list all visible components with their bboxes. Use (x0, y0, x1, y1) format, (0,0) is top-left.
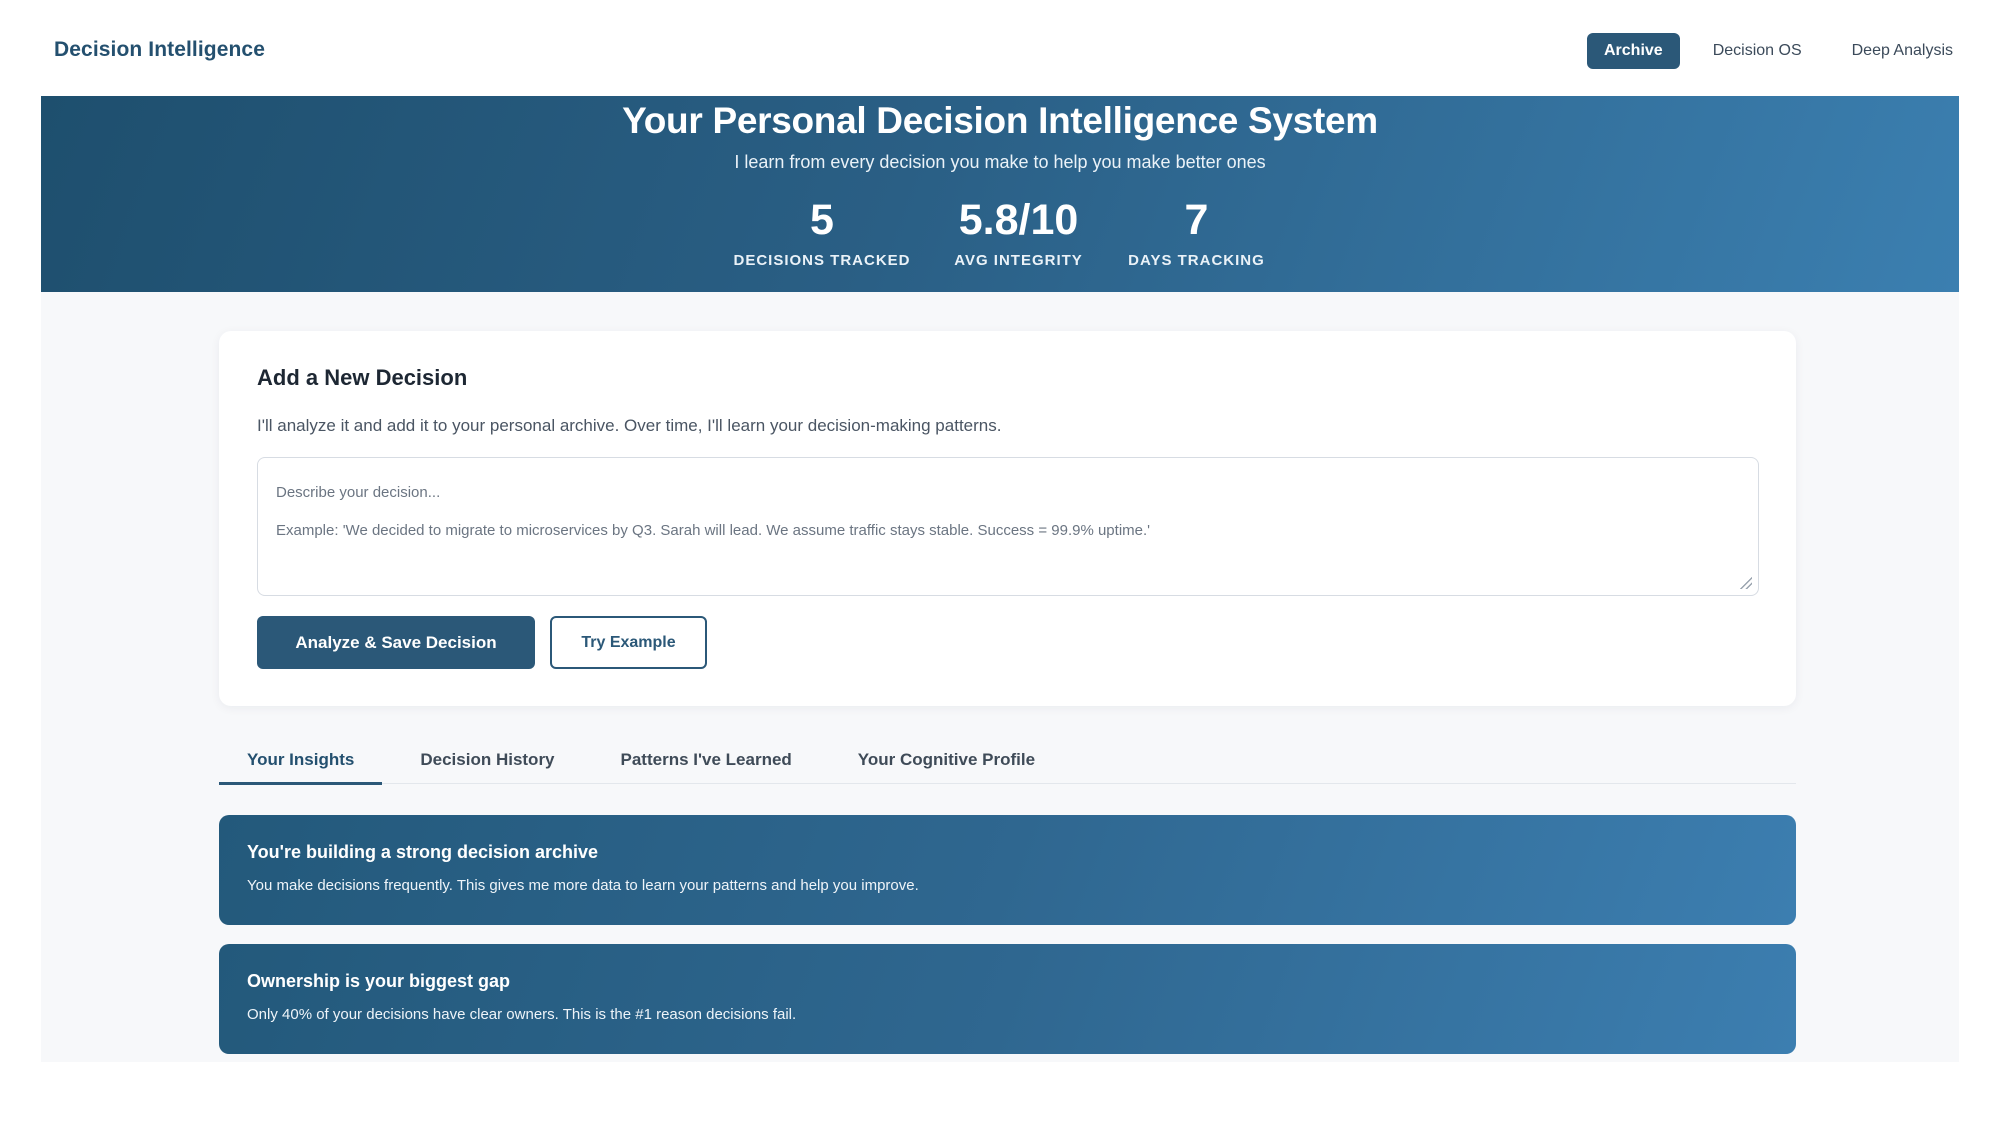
stat-label: DECISIONS TRACKED (733, 252, 911, 269)
insight-body: You make decisions frequently. This give… (247, 877, 919, 894)
stat-decisions-tracked: 5 DECISIONS TRACKED (733, 196, 910, 269)
insight-title: Ownership is your biggest gap (247, 971, 511, 991)
nav-tabs: Archive Decision OS Deep Analysis (1586, 33, 1970, 69)
stats-row: 5 DECISIONS TRACKED 5.8/10 AVG INTEGRITY… (41, 196, 1959, 269)
hero-title: Your Personal Decision Intelligence Syst… (622, 100, 1378, 141)
stat-value: 7 (1184, 196, 1209, 244)
content-tabs: Your Insights Decision History Patterns … (219, 736, 1796, 785)
app-canvas: Your Personal Decision Intelligence Syst… (41, 96, 1959, 1062)
resize-handle-icon[interactable] (1740, 577, 1752, 589)
textarea-placeholder-line-1: Describe your decision... (276, 484, 441, 501)
add-decision-card: Add a New Decision I'll analyze it and a… (219, 331, 1796, 706)
decision-textarea[interactable]: Describe your decision... Example: 'We d… (257, 457, 1759, 596)
tab-cognitive-profile[interactable]: Your Cognitive Profile (830, 736, 1063, 784)
brand-logo-text[interactable]: Decision Intelligence (54, 38, 265, 62)
tab-decision-history[interactable]: Decision History (392, 736, 582, 784)
nav-tab-deep-analysis[interactable]: Deep Analysis (1835, 33, 1970, 69)
insight-title: You're building a strong decision archiv… (247, 842, 599, 862)
stat-value: 5 (810, 196, 834, 244)
insight-body: Only 40% of your decisions have clear ow… (247, 1006, 797, 1023)
try-example-button[interactable]: Try Example (550, 616, 707, 669)
card-description: I'll analyze it and add it to your perso… (257, 416, 1002, 435)
card-title: Add a New Decision (257, 365, 468, 390)
hero-banner: Your Personal Decision Intelligence Syst… (41, 96, 1959, 292)
stat-days-tracking: 7 DAYS TRACKING (1127, 196, 1267, 269)
insight-card: You're building a strong decision archiv… (219, 815, 1796, 925)
stat-avg-integrity: 5.8/10 AVG INTEGRITY (949, 196, 1089, 269)
stat-label: AVG INTEGRITY (954, 252, 1083, 269)
tab-patterns-learned[interactable]: Patterns I've Learned (593, 736, 820, 784)
stat-value: 5.8/10 (958, 196, 1079, 244)
hero-subtitle: I learn from every decision you make to … (734, 152, 1266, 172)
insight-card: Ownership is your biggest gap Only 40% o… (219, 944, 1796, 1054)
nav-tab-decision-os[interactable]: Decision OS (1696, 33, 1819, 69)
stat-label: DAYS TRACKING (1128, 252, 1265, 269)
tab-your-insights[interactable]: Your Insights (219, 736, 383, 785)
analyze-save-button[interactable]: Analyze & Save Decision (257, 616, 535, 669)
textarea-placeholder-line-2: Example: 'We decided to migrate to micro… (276, 522, 1151, 539)
top-navigation: Decision Intelligence Archive Decision O… (0, 0, 2000, 96)
nav-tab-archive[interactable]: Archive (1586, 33, 1680, 69)
